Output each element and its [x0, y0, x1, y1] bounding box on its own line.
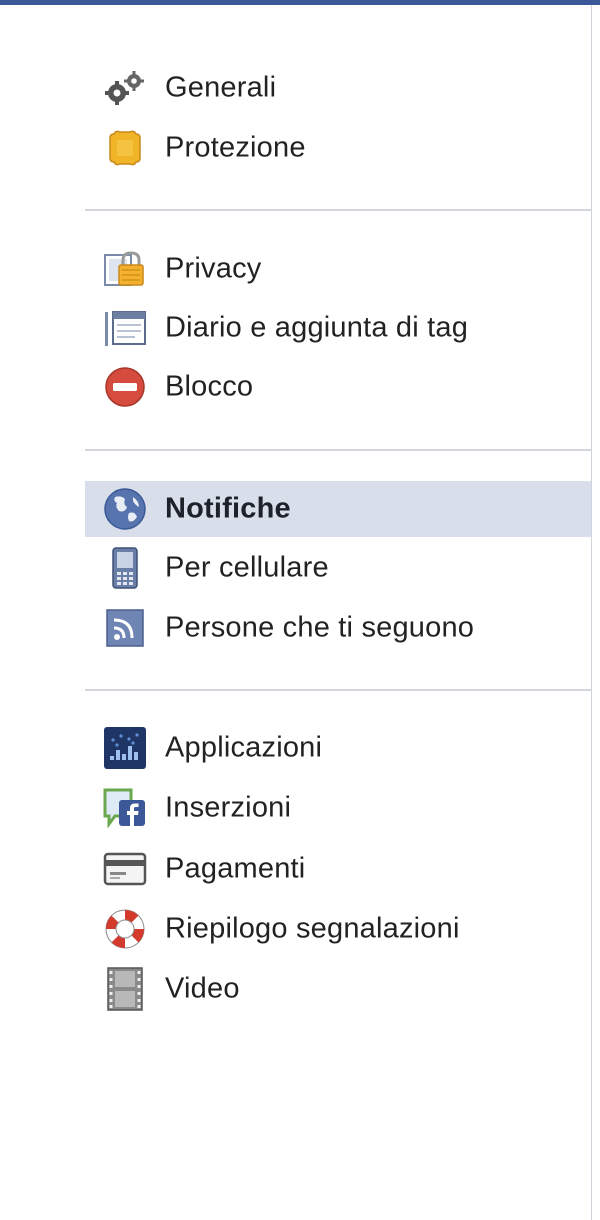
sidebar-item-label: Persone che ti seguono	[165, 611, 475, 644]
top-bar	[0, 0, 600, 5]
gears-icon	[102, 65, 148, 111]
globe-icon	[102, 486, 148, 532]
apps-icon	[102, 725, 148, 771]
mobile-phone-icon	[102, 545, 148, 591]
divider	[85, 209, 591, 211]
content-border	[591, 5, 592, 1220]
sidebar-item-label: Generali	[165, 71, 277, 104]
sidebar-item-inserzioni[interactable]: Inserzioni	[85, 780, 591, 836]
film-strip-icon	[102, 966, 148, 1012]
sidebar-item-persone-seguono[interactable]: Persone che ti seguono	[85, 600, 591, 656]
block-icon	[102, 364, 148, 410]
lifebuoy-icon	[102, 906, 148, 952]
sidebar-item-label: Privacy	[165, 252, 262, 285]
sidebar-item-blocco[interactable]: Blocco	[85, 359, 591, 415]
sidebar-item-pagamenti[interactable]: Pagamenti	[85, 841, 591, 897]
padlock-icon	[102, 246, 148, 292]
sidebar-item-video[interactable]: Video	[85, 961, 591, 1017]
sidebar-item-protezione[interactable]: Protezione	[85, 120, 591, 176]
timeline-icon	[102, 305, 148, 351]
sidebar-item-label: Per cellulare	[165, 551, 329, 584]
sidebar-item-generali[interactable]: Generali	[85, 60, 591, 116]
rss-feed-icon	[102, 605, 148, 651]
divider	[85, 689, 591, 691]
sidebar-item-label: Diario e aggiunta di tag	[165, 311, 469, 344]
sidebar-item-label: Riepilogo segnalazioni	[165, 912, 460, 945]
credit-card-icon	[102, 846, 148, 892]
sidebar-item-label: Video	[165, 972, 240, 1005]
sidebar-item-label: Protezione	[165, 131, 306, 164]
sidebar-item-per-cellulare[interactable]: Per cellulare	[85, 540, 591, 596]
shield-badge-icon	[102, 125, 148, 171]
sidebar-item-label: Notifiche	[165, 492, 291, 525]
sidebar-item-diario-tag[interactable]: Diario e aggiunta di tag	[85, 300, 591, 356]
sidebar-item-label: Applicazioni	[165, 731, 323, 764]
sidebar-item-label: Blocco	[165, 370, 254, 403]
divider	[85, 449, 591, 451]
sidebar-item-privacy[interactable]: Privacy	[85, 241, 591, 297]
sidebar-item-riepilogo-segnalazioni[interactable]: Riepilogo segnalazioni	[85, 901, 591, 957]
sidebar-item-label: Pagamenti	[165, 852, 306, 885]
facebook-ads-icon	[102, 785, 148, 831]
sidebar-item-notifiche[interactable]: Notifiche	[85, 481, 591, 537]
sidebar-item-applicazioni[interactable]: Applicazioni	[85, 720, 591, 776]
sidebar-item-label: Inserzioni	[165, 791, 292, 824]
